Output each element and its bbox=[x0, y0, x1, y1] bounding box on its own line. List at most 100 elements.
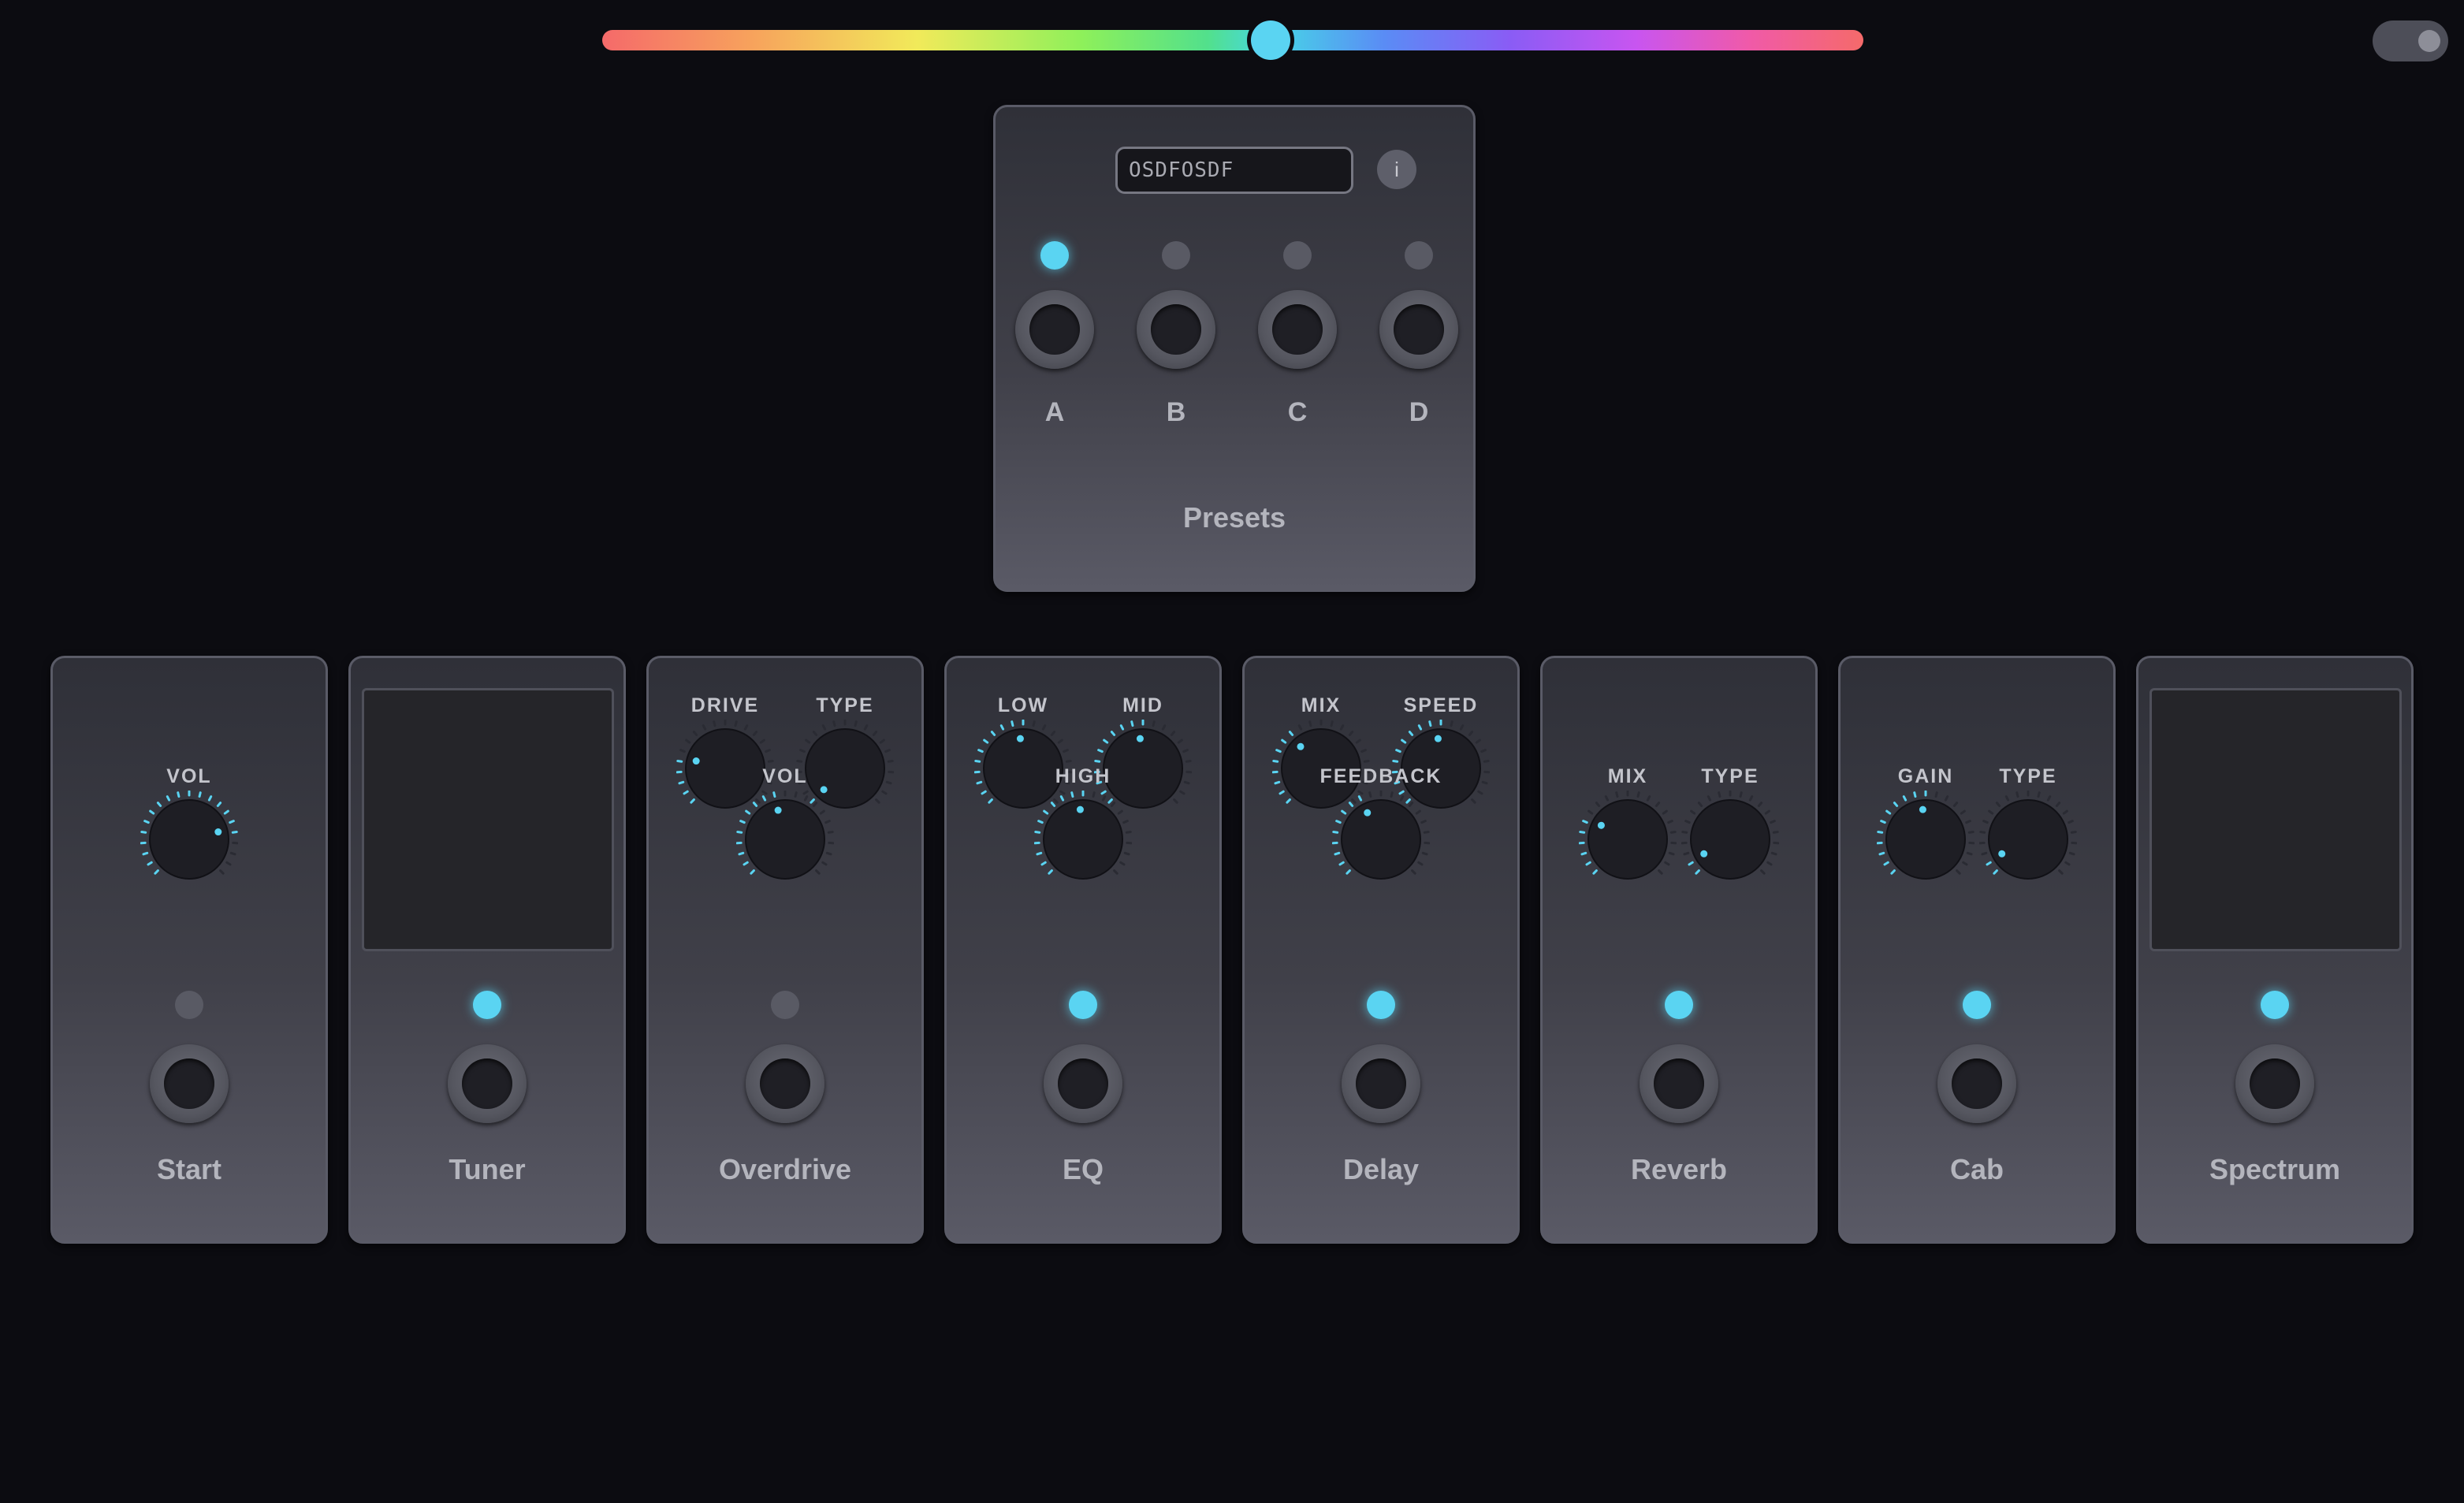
knob-tick bbox=[1988, 809, 1994, 815]
spectrum-footswitch[interactable] bbox=[2235, 1044, 2314, 1123]
knob-tick bbox=[832, 720, 836, 727]
delay-knob-label: SPEED bbox=[1403, 694, 1479, 716]
delay-knob-label: MIX bbox=[1301, 694, 1342, 716]
knob-tick bbox=[207, 795, 213, 802]
eq-footswitch[interactable] bbox=[1044, 1044, 1122, 1123]
knob-tick bbox=[1179, 790, 1185, 795]
knob-tick bbox=[772, 791, 776, 798]
knob-tick bbox=[1960, 809, 1966, 815]
knob-tick bbox=[177, 791, 181, 798]
knob-tick bbox=[1097, 749, 1104, 753]
knob-tick bbox=[1664, 861, 1670, 866]
knob-tick bbox=[1341, 809, 1347, 815]
knob-tick bbox=[1450, 720, 1453, 727]
info-icon-glyph: i bbox=[1394, 158, 1399, 181]
knob-tick bbox=[1070, 791, 1074, 798]
pedal-reverb: MIX TYPE Reverb bbox=[1540, 656, 1818, 1244]
knob-tick bbox=[2015, 791, 2019, 798]
knob-tick bbox=[1339, 724, 1345, 731]
knob-tick bbox=[988, 798, 993, 804]
knob-tick bbox=[2068, 820, 2074, 824]
overdrive-vol-knob[interactable] bbox=[736, 791, 834, 888]
overdrive-footswitch[interactable] bbox=[746, 1044, 824, 1123]
knob-tick bbox=[1423, 830, 1430, 834]
hue-slider-thumb[interactable] bbox=[1251, 20, 1290, 60]
knob-tick bbox=[881, 790, 888, 795]
knob-tick bbox=[1110, 731, 1116, 736]
knob-tick bbox=[1770, 820, 1776, 824]
knob-tick bbox=[815, 869, 821, 875]
preset-footswitch-d[interactable] bbox=[1379, 290, 1458, 369]
reverb-pedal-name: Reverb bbox=[1630, 1153, 1728, 1185]
knob-tick bbox=[1170, 731, 1176, 736]
knob-tick bbox=[827, 830, 834, 834]
cab-status-led bbox=[1963, 991, 1991, 1019]
knob-tick bbox=[692, 731, 698, 736]
knob-tick bbox=[1471, 798, 1476, 804]
knob-body bbox=[1690, 799, 1770, 880]
knob-tick bbox=[1395, 749, 1401, 753]
knob-tick bbox=[1468, 731, 1474, 736]
knob-tick bbox=[216, 802, 222, 807]
preset-name-input[interactable]: OSDFOSDF bbox=[1115, 147, 1353, 194]
delay-feedback-knob[interactable] bbox=[1332, 791, 1430, 888]
knob-tick bbox=[2068, 851, 2075, 856]
knob-tick bbox=[1475, 738, 1481, 744]
start-vol-knob[interactable] bbox=[140, 791, 238, 888]
knob-tick bbox=[1036, 851, 1043, 856]
overdrive-knob-label: TYPE bbox=[816, 694, 874, 716]
knob-tick bbox=[1428, 720, 1432, 727]
knob-tick bbox=[1739, 791, 1743, 798]
knob-tick bbox=[1690, 809, 1696, 815]
knob-tick bbox=[1368, 791, 1372, 798]
knob-tick bbox=[2062, 809, 2068, 815]
tuner-display-screen bbox=[362, 688, 614, 951]
knob-tick bbox=[1681, 830, 1688, 834]
reverb-type-knob[interactable] bbox=[1681, 791, 1779, 888]
knob-tick bbox=[812, 802, 818, 807]
knob-tick bbox=[1604, 795, 1610, 802]
cab-gain-knob[interactable] bbox=[1877, 791, 1975, 888]
knob-tick bbox=[1050, 802, 1056, 807]
info-icon[interactable]: i bbox=[1377, 150, 1416, 189]
tuner-footswitch[interactable] bbox=[448, 1044, 527, 1123]
knob-tick bbox=[1883, 861, 1889, 866]
delay-footswitch[interactable] bbox=[1342, 1044, 1420, 1123]
knob-tick bbox=[1684, 820, 1691, 824]
knob-tick bbox=[1587, 809, 1594, 815]
hue-slider-track[interactable] bbox=[602, 20, 1863, 60]
eq-high-knob[interactable] bbox=[1034, 791, 1132, 888]
knob-tick bbox=[2064, 861, 2071, 866]
knob-tick bbox=[685, 738, 691, 744]
theme-toggle[interactable] bbox=[2373, 20, 2448, 61]
cab-pedal-name: Cab bbox=[1949, 1153, 2004, 1185]
knob-tick bbox=[2070, 830, 2077, 834]
knob-tick bbox=[1288, 731, 1294, 736]
reverb-footswitch[interactable] bbox=[1640, 1044, 1718, 1123]
knob-indicator bbox=[1076, 805, 1084, 813]
knob-tick bbox=[743, 724, 749, 731]
start-footswitch[interactable] bbox=[150, 1044, 229, 1123]
knob-tick bbox=[1286, 798, 1291, 804]
preset-footswitch-c[interactable] bbox=[1258, 290, 1337, 369]
knob-tick bbox=[1477, 790, 1483, 795]
reverb-mix-knob[interactable] bbox=[1579, 791, 1677, 888]
presets-panel: OSDFOSDF i A B C D Presets bbox=[993, 105, 1476, 592]
preset-footswitch-b[interactable] bbox=[1137, 290, 1215, 369]
knob-tick bbox=[1880, 820, 1886, 824]
knob-tick bbox=[143, 820, 150, 824]
knob-tick bbox=[219, 869, 225, 875]
knob-tick bbox=[1119, 724, 1125, 731]
preset-footswitch-a[interactable] bbox=[1015, 290, 1094, 369]
tuner-pedal-name: Tuner bbox=[449, 1153, 526, 1185]
reverb-knob-label: TYPE bbox=[1701, 765, 1759, 787]
knob-tick bbox=[825, 851, 832, 856]
knob-tick bbox=[229, 851, 236, 856]
knob-tick bbox=[1748, 795, 1754, 802]
knob-tick bbox=[863, 724, 869, 731]
knob-tick bbox=[879, 738, 885, 744]
knob-indicator bbox=[1919, 805, 1926, 813]
knob-tick bbox=[1579, 830, 1586, 834]
cab-footswitch[interactable] bbox=[1937, 1044, 2016, 1123]
cab-type-knob[interactable] bbox=[1979, 791, 2077, 888]
